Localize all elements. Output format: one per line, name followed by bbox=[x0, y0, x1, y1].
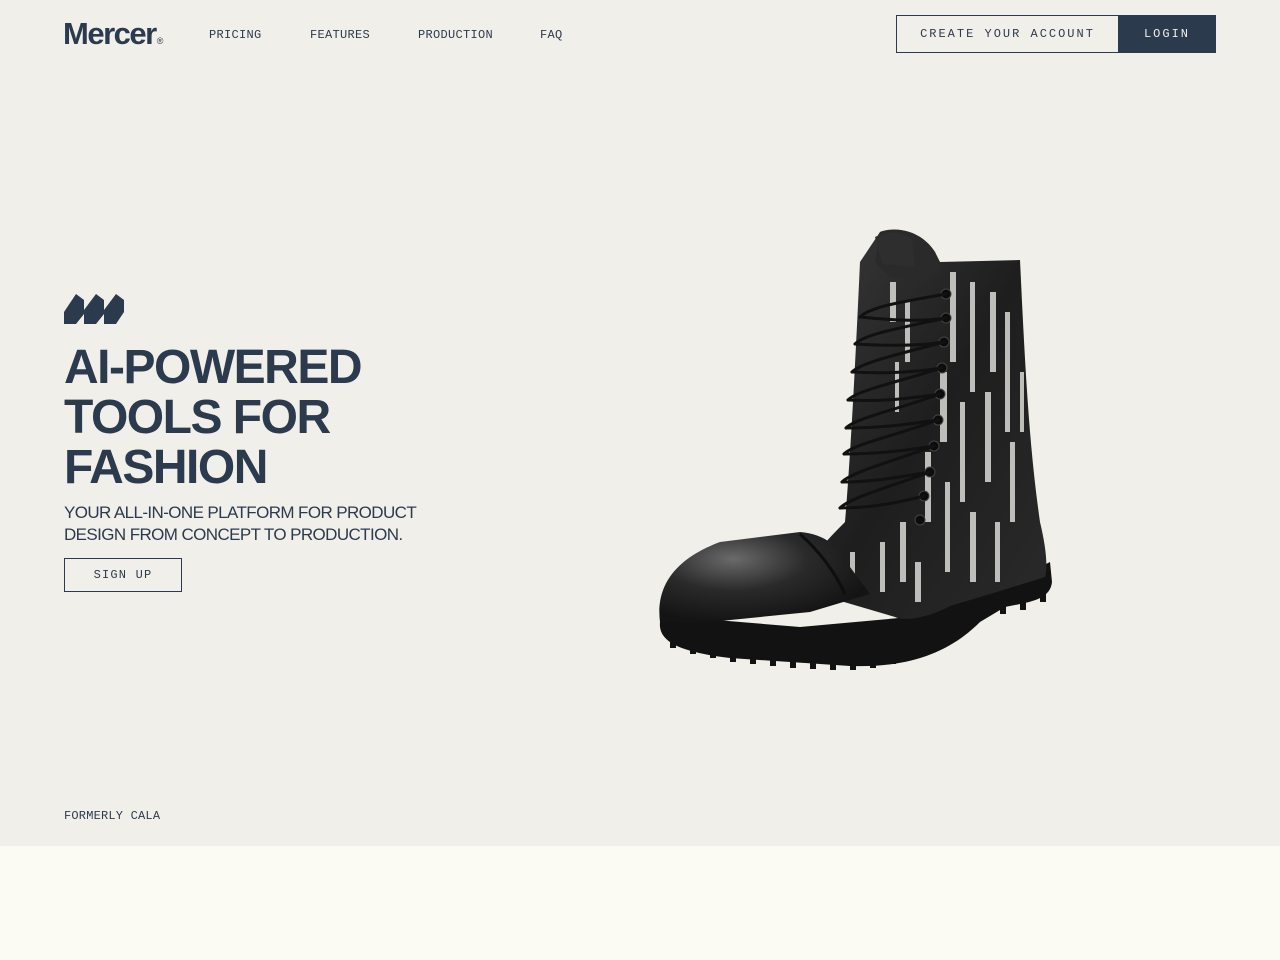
formerly-cala-note: FORMERLY CALA bbox=[64, 809, 161, 823]
headline-line: TOOLS FOR bbox=[64, 391, 331, 444]
nav-faq[interactable]: FAQ bbox=[540, 28, 563, 42]
hero-section: Mercer® PRICING FEATURES PRODUCTION FAQ … bbox=[0, 0, 1280, 846]
mercer-logo[interactable]: Mercer® bbox=[63, 16, 163, 52]
logo-registered-mark: ® bbox=[156, 36, 164, 46]
logo-text: Mercer bbox=[63, 16, 157, 51]
create-account-button[interactable]: CREATE YOUR ACCOUNT bbox=[896, 15, 1119, 53]
sign-up-button[interactable]: SIGN UP bbox=[64, 558, 182, 592]
headline-line: FASHION bbox=[64, 441, 268, 494]
next-section bbox=[0, 846, 1280, 960]
hero-headline: AI-POWERED TOOLS FOR FASHION bbox=[64, 343, 484, 493]
nav-pricing[interactable]: PRICING bbox=[209, 28, 262, 42]
boot-product-image bbox=[659, 229, 1052, 670]
hero-subheadline: YOUR ALL-IN-ONE PLATFORM FOR PRODUCT DES… bbox=[64, 503, 416, 544]
nav-production[interactable]: PRODUCTION bbox=[418, 28, 493, 42]
login-button[interactable]: LOGIN bbox=[1118, 15, 1216, 53]
headline-line: AI-POWERED bbox=[64, 341, 363, 394]
brand-mark-icon bbox=[64, 294, 124, 324]
nav-features[interactable]: FEATURES bbox=[310, 28, 370, 42]
